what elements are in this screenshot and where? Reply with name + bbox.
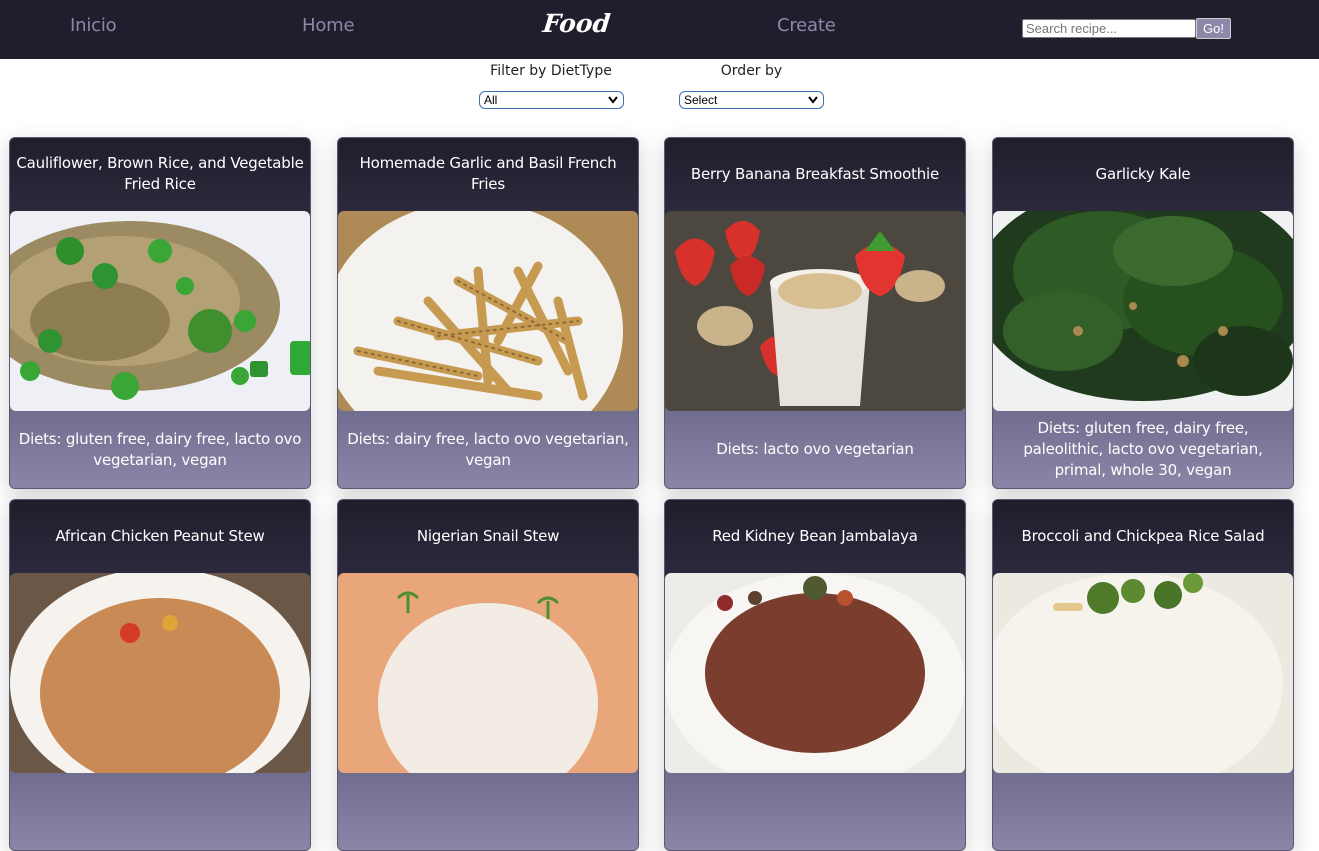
recipe-card[interactable]: Nigerian Snail Stew (337, 499, 639, 851)
recipe-title: Nigerian Snail Stew (416, 526, 560, 545)
chevron-down-icon (808, 96, 818, 104)
fried-rice-photo (10, 211, 310, 411)
diet-filter-label: Filter by DietType (490, 63, 612, 79)
recipe-diets (18, 773, 302, 850)
recipe-diets: Diets: gluten free, dairy free, paleolit… (1023, 419, 1263, 479)
french-fries-photo (338, 211, 638, 411)
search-input[interactable] (1022, 19, 1196, 38)
recipe-card[interactable]: Homemade Garlic and Basil French Fries D… (337, 137, 639, 489)
recipe-card[interactable]: African Chicken Peanut Stew (9, 499, 311, 851)
recipe-title: Cauliflower, Brown Rice, and Vegetable F… (16, 154, 304, 193)
search-button[interactable]: Go! (1196, 18, 1231, 39)
order-label: Order by (720, 63, 783, 79)
navbar: Inicio Home Food Create Go! (0, 0, 1319, 59)
recipe-title: Broccoli and Chickpea Rice Salad (1021, 526, 1265, 545)
recipe-diets (1001, 773, 1285, 850)
order-select[interactable]: Select (679, 91, 824, 109)
recipe-title: Berry Banana Breakfast Smoothie (690, 164, 940, 183)
recipe-diets: Diets: lacto ovo vegetarian (716, 440, 914, 458)
recipe-diets: Diets: gluten free, dairy free, lacto ov… (18, 429, 302, 469)
nav-link-home[interactable]: Home (302, 15, 355, 36)
recipe-card[interactable]: Garlicky Kale Diets: gluten free, dairy … (992, 137, 1294, 489)
recipe-title: African Chicken Peanut Stew (55, 526, 265, 545)
brand-logo[interactable]: Food (541, 9, 611, 38)
order-value: Select (684, 93, 718, 107)
rice-salad-photo (993, 573, 1293, 773)
recipe-card[interactable]: Red Kidney Bean Jambalaya (664, 499, 966, 851)
smoothie-photo (665, 211, 965, 411)
recipe-card[interactable]: Cauliflower, Brown Rice, and Vegetable F… (9, 137, 311, 489)
recipe-diets (673, 773, 957, 850)
recipe-diets (346, 773, 630, 850)
chevron-down-icon (608, 96, 618, 104)
jambalaya-photo (665, 573, 965, 773)
snail-stew-photo (338, 573, 638, 773)
recipe-card[interactable]: Berry Banana Breakfast Smoothie Diets: l… (664, 137, 966, 489)
kale-photo (993, 211, 1293, 411)
peanut-stew-photo (10, 573, 310, 773)
recipe-title: Red Kidney Bean Jambalaya (712, 526, 918, 545)
nav-link-inicio[interactable]: Inicio (70, 15, 117, 36)
diet-filter-value: All (484, 93, 498, 107)
recipe-card[interactable]: Broccoli and Chickpea Rice Salad (992, 499, 1294, 851)
recipe-title: Homemade Garlic and Basil French Fries (359, 154, 617, 193)
nav-link-create[interactable]: Create (777, 15, 836, 36)
recipe-diets: Diets: dairy free, lacto ovo vegetarian,… (347, 429, 629, 469)
recipe-title: Garlicky Kale (1095, 164, 1191, 183)
diet-filter-select[interactable]: All (479, 91, 624, 109)
